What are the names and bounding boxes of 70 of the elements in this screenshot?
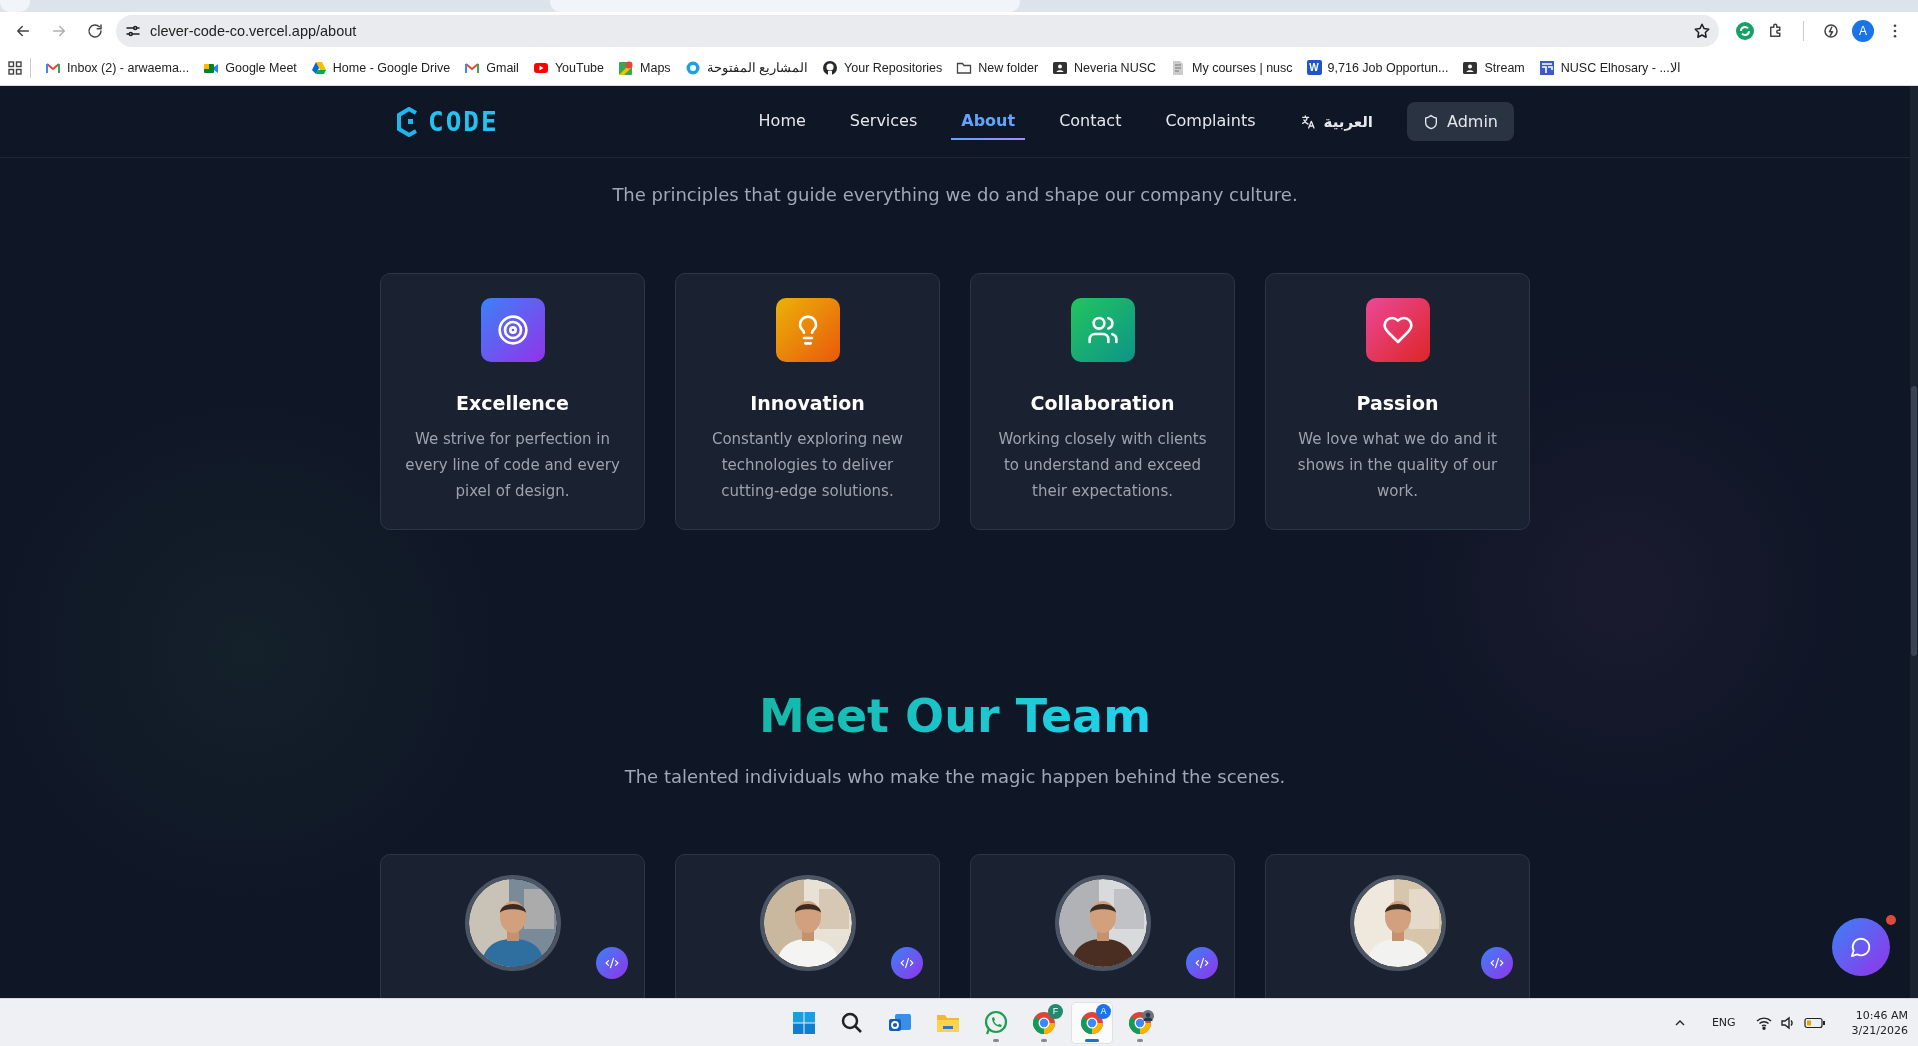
- bookmark[interactable]: Your Repositories: [816, 55, 949, 80]
- address-bar[interactable]: clever-code-co.vercel.app/about: [116, 15, 1719, 47]
- apps-grid-icon[interactable]: [8, 60, 22, 75]
- profile-badge: F: [1048, 1003, 1063, 1019]
- triangle-icon: [310, 59, 327, 76]
- extension-icon[interactable]: [1735, 21, 1755, 41]
- bookmark[interactable]: Maps: [612, 55, 677, 80]
- battery-icon[interactable]: [1803, 1016, 1826, 1029]
- nav-link[interactable]: Home: [748, 103, 816, 140]
- speaker-icon[interactable]: [1779, 1015, 1796, 1030]
- card-title: Excellence: [456, 392, 569, 414]
- card-title: Passion: [1356, 392, 1439, 414]
- id-card-icon: [1052, 59, 1069, 76]
- language-button[interactable]: العربية: [1289, 106, 1383, 137]
- bookmark[interactable]: Stream: [1456, 55, 1531, 80]
- card-text: We strive for perfection in every line of code and every pixel of design.: [404, 429, 621, 502]
- bookmark[interactable]: Home - Google Drive: [304, 55, 457, 80]
- section-subtitle: The talented individuals who make the magic happen behind the scenes.: [623, 766, 1287, 787]
- nav-link[interactable]: Services: [839, 103, 928, 140]
- card-title: Collaboration: [1030, 392, 1175, 414]
- star-icon[interactable]: [1693, 22, 1711, 40]
- admin-button[interactable]: Admin: [1407, 102, 1514, 141]
- lightbulb-icon: [775, 298, 840, 362]
- code-icon[interactable]: [1480, 947, 1513, 979]
- code-icon[interactable]: [1185, 947, 1218, 979]
- phone-bubble-icon: [982, 1008, 1010, 1037]
- language-indicator[interactable]: ENG: [1711, 1016, 1736, 1029]
- message-icon: [1850, 936, 1872, 958]
- code-icon[interactable]: [595, 947, 628, 979]
- clock-date[interactable]: 3/21/2026: [1851, 1023, 1908, 1037]
- browser-icon: [1126, 1008, 1154, 1037]
- taskbar-app[interactable]: A: [1072, 1002, 1112, 1043]
- performance-icon[interactable]: [1822, 22, 1840, 40]
- letter-icon: W: [1306, 60, 1322, 75]
- wifi-icon[interactable]: [1755, 1015, 1772, 1030]
- users-icon: [1070, 298, 1135, 362]
- shield-icon: [1423, 113, 1439, 130]
- nav-link[interactable]: Contact: [1049, 103, 1132, 140]
- map-pin-icon: [618, 59, 635, 76]
- ring-icon: [684, 59, 701, 76]
- bookmark[interactable]: Gmail: [458, 55, 525, 80]
- bookmark[interactable]: W 9,716 Job Opportun...: [1300, 56, 1455, 79]
- reload-icon[interactable]: [86, 22, 104, 40]
- card-text: We love what we do and it shows in the quality of our work.: [1296, 429, 1499, 502]
- section-subtitle: The principles that guide everything we do and shape our company culture.: [611, 184, 1299, 205]
- profile-avatar[interactable]: A: [1852, 20, 1874, 42]
- nav-link[interactable]: Complaints: [1155, 103, 1266, 140]
- nav-link[interactable]: About: [951, 103, 1026, 140]
- code-icon[interactable]: [890, 947, 923, 979]
- bookmark[interactable]: YouTube: [526, 55, 611, 80]
- bookmark[interactable]: المشاريع المفتوحة: [678, 55, 815, 80]
- profile-badge: A: [1096, 1003, 1111, 1019]
- bookmark[interactable]: Google Meet: [197, 55, 303, 80]
- taskbar-app[interactable]: F: [1024, 1002, 1064, 1043]
- bookmark[interactable]: NUSC Elhosary - ...الا: [1532, 55, 1687, 80]
- bookmark[interactable]: Neveria NUSC: [1046, 55, 1163, 80]
- translate-icon: [1299, 113, 1316, 130]
- layout-icon: [1538, 59, 1555, 76]
- bookmark[interactable]: My courses | nusc: [1164, 55, 1299, 80]
- card-text: Constantly exploring new technologies to deliver cutting-edge solutions.: [710, 429, 905, 502]
- card-text: Working closely with clients to understand and exceed their expectations.: [997, 429, 1208, 502]
- bookmark[interactable]: New folder: [950, 55, 1045, 80]
- logo-text[interactable]: CODE: [428, 106, 499, 137]
- clock-time[interactable]: 10:46 AM: [1855, 1008, 1908, 1022]
- target-icon: [480, 298, 545, 362]
- id-card-icon: [1462, 59, 1479, 76]
- card-title: Innovation: [750, 392, 865, 414]
- notification-dot: [1886, 915, 1896, 925]
- scrollbar[interactable]: [1910, 86, 1918, 998]
- bookmark[interactable]: Inbox (2) - arwaema...: [39, 55, 196, 80]
